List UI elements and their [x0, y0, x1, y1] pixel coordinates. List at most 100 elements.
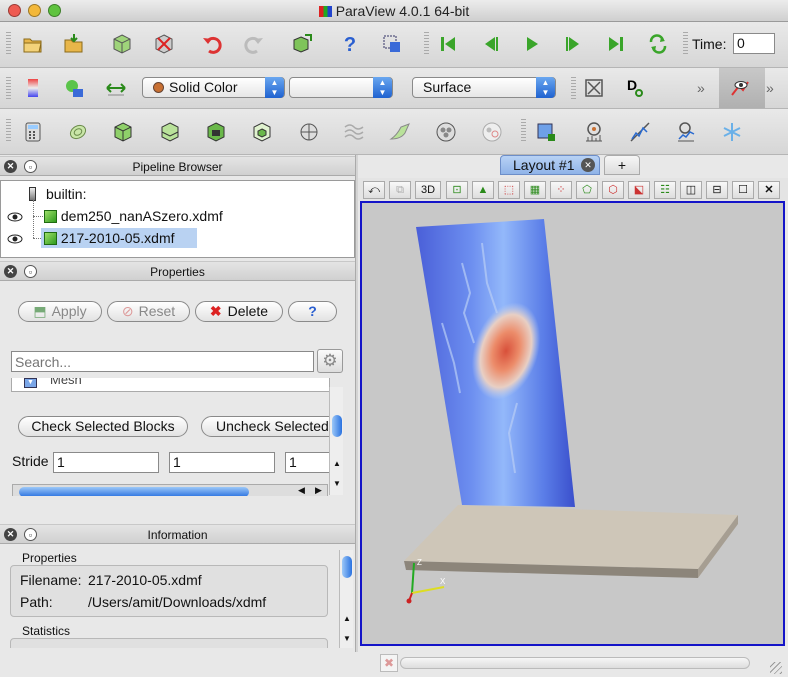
- advanced-settings-gear-icon[interactable]: ⚙: [317, 349, 343, 373]
- info-vertical-scrollbar[interactable]: ▲ ▼: [339, 550, 353, 648]
- view-3d-toggle[interactable]: 3D: [415, 181, 441, 199]
- pick-center-icon[interactable]: [380, 32, 404, 56]
- help-icon[interactable]: ?: [338, 32, 362, 56]
- warp-by-vector-icon[interactable]: [388, 120, 412, 144]
- clip-icon[interactable]: [111, 120, 135, 144]
- undo-icon[interactable]: [200, 32, 224, 56]
- toolbar-overflow-icon-2[interactable]: »: [766, 80, 774, 96]
- pipeline-item-217-2010-05[interactable]: 217-2010-05.xdmf: [41, 228, 197, 248]
- visibility-eye-icon[interactable]: [7, 234, 23, 244]
- probe-location-icon[interactable]: [582, 120, 606, 144]
- information-panel: Properties Filename: 217-2010-05.xdmf Pa…: [0, 545, 355, 648]
- threshold-icon[interactable]: [204, 120, 228, 144]
- close-view-icon[interactable]: ✕: [758, 181, 780, 199]
- reset-camera-icon[interactable]: [582, 76, 606, 100]
- apply-button[interactable]: ⬒ Apply: [18, 301, 102, 322]
- glyph-icon[interactable]: [297, 120, 321, 144]
- connect-server-icon[interactable]: [110, 32, 134, 56]
- camera-undo-icon[interactable]: ⊡: [446, 181, 468, 199]
- select-points-through-icon[interactable]: ⁘: [550, 181, 572, 199]
- mesh-expand-icon[interactable]: ▼: [24, 378, 37, 388]
- color-by-combo[interactable]: Solid Color ▲ ▼: [142, 77, 285, 98]
- play-icon[interactable]: [520, 32, 544, 56]
- filename-value: 217-2010-05.xdmf: [88, 572, 202, 588]
- terrain-slab-top: [404, 505, 738, 569]
- representation-toolbar: Solid Color ▲ ▼ ▲ ▼ Surface ▲ ▼ D » »: [0, 68, 788, 109]
- previous-frame-icon[interactable]: [478, 32, 502, 56]
- properties-vertical-scrollbar[interactable]: ▲ ▼: [329, 387, 343, 495]
- plot-selection-over-time-icon[interactable]: [674, 120, 698, 144]
- next-frame-icon[interactable]: [562, 32, 586, 56]
- representation-combo[interactable]: Surface ▲ ▼: [412, 77, 556, 98]
- scroll-left-icon[interactable]: ◀: [298, 485, 305, 496]
- filters-toolbar: [0, 109, 788, 155]
- horizontal-scrollbar[interactable]: ◀ ▶: [12, 484, 328, 496]
- scroll-right-icon[interactable]: ▶: [315, 485, 322, 496]
- plot-over-line-icon[interactable]: [628, 120, 652, 144]
- stream-tracer-icon[interactable]: [342, 120, 366, 144]
- mesh-list-row[interactable]: ▼ Mesh: [11, 378, 330, 392]
- split-vertical-icon[interactable]: ⊟: [706, 181, 728, 199]
- contour-icon[interactable]: [66, 120, 90, 144]
- uncheck-selected-button[interactable]: Uncheck Selected: [201, 416, 330, 437]
- svg-text:D: D: [627, 77, 637, 93]
- component-combo[interactable]: ▲ ▼: [289, 77, 393, 98]
- select-cells-through-icon[interactable]: ▦: [524, 181, 546, 199]
- main-toolbar: ? Time: 0: [0, 22, 788, 68]
- last-frame-icon[interactable]: [604, 32, 628, 56]
- delete-icon: ✖: [209, 303, 222, 319]
- abort-icon[interactable]: ✖: [380, 654, 398, 672]
- camera-link-icon[interactable]: [290, 32, 314, 56]
- visibility-eye-icon[interactable]: [7, 212, 23, 222]
- render-view[interactable]: Z X: [360, 201, 785, 646]
- split-view-icon[interactable]: ⤺: [363, 181, 385, 199]
- select-points-surface-icon[interactable]: ⬚: [498, 181, 520, 199]
- select-polygon-icon[interactable]: ⬠: [576, 181, 598, 199]
- interaction-mode-icon[interactable]: ▲: [472, 181, 494, 199]
- tab-layout-1[interactable]: Layout #1 ✕: [500, 155, 600, 175]
- axis-align-icon[interactable]: [720, 120, 744, 144]
- disconnect-server-icon[interactable]: [152, 32, 176, 56]
- extract-level-icon[interactable]: [480, 120, 504, 144]
- split-horizontal-icon[interactable]: ◫: [680, 181, 702, 199]
- data-axes-grid-icon[interactable]: D: [623, 76, 647, 100]
- open-file-icon[interactable]: [21, 32, 45, 56]
- pipeline-browser-header: ✕ ▫ Pipeline Browser: [0, 156, 355, 176]
- toolbar-overflow-icon[interactable]: »: [697, 80, 705, 96]
- color-legend-icon[interactable]: [21, 76, 45, 100]
- reset-button[interactable]: ⊘ Reset: [107, 301, 190, 322]
- capture-view-icon[interactable]: ⧉: [389, 181, 411, 199]
- edit-color-map-icon[interactable]: [62, 76, 86, 100]
- stride-z-field[interactable]: 1: [285, 452, 330, 473]
- stride-x-field[interactable]: 1: [53, 452, 159, 473]
- redo-icon[interactable]: [242, 32, 266, 56]
- delete-button[interactable]: ✖ Delete: [195, 301, 283, 322]
- solid-color-swatch-icon: [153, 82, 164, 93]
- info-statistics-box: [10, 638, 328, 648]
- select-cells-icon[interactable]: [534, 120, 558, 144]
- calculator-icon[interactable]: [21, 120, 45, 144]
- selection-eye-icon[interactable]: [728, 76, 752, 100]
- dataset-cube-icon: [44, 232, 57, 245]
- resize-grip-icon[interactable]: [770, 662, 782, 674]
- select-polygon-points-icon[interactable]: ⬡: [602, 181, 624, 199]
- slice-icon[interactable]: [158, 120, 182, 144]
- pipeline-item-builtin[interactable]: builtin:: [29, 184, 86, 204]
- maximize-view-icon[interactable]: ☐: [732, 181, 754, 199]
- open-state-icon[interactable]: [62, 32, 86, 56]
- first-frame-icon[interactable]: [436, 32, 460, 56]
- search-input[interactable]: [11, 351, 314, 372]
- rescale-range-icon[interactable]: [104, 76, 128, 100]
- loop-icon[interactable]: [646, 32, 670, 56]
- stride-y-field[interactable]: 1: [169, 452, 275, 473]
- add-layout-tab-button[interactable]: +: [604, 155, 640, 175]
- group-datasets-icon[interactable]: [434, 120, 458, 144]
- spreadsheet-view-icon[interactable]: ☷: [654, 181, 676, 199]
- pipeline-item-dem250[interactable]: dem250_nanASzero.xdmf: [44, 206, 223, 226]
- check-selected-blocks-button[interactable]: Check Selected Blocks: [18, 416, 188, 437]
- close-tab-icon[interactable]: ✕: [581, 158, 595, 172]
- extract-subset-icon[interactable]: [250, 120, 274, 144]
- help-button[interactable]: ?: [288, 301, 337, 322]
- time-field[interactable]: 0: [733, 33, 775, 54]
- select-block-icon[interactable]: ⬕: [628, 181, 650, 199]
